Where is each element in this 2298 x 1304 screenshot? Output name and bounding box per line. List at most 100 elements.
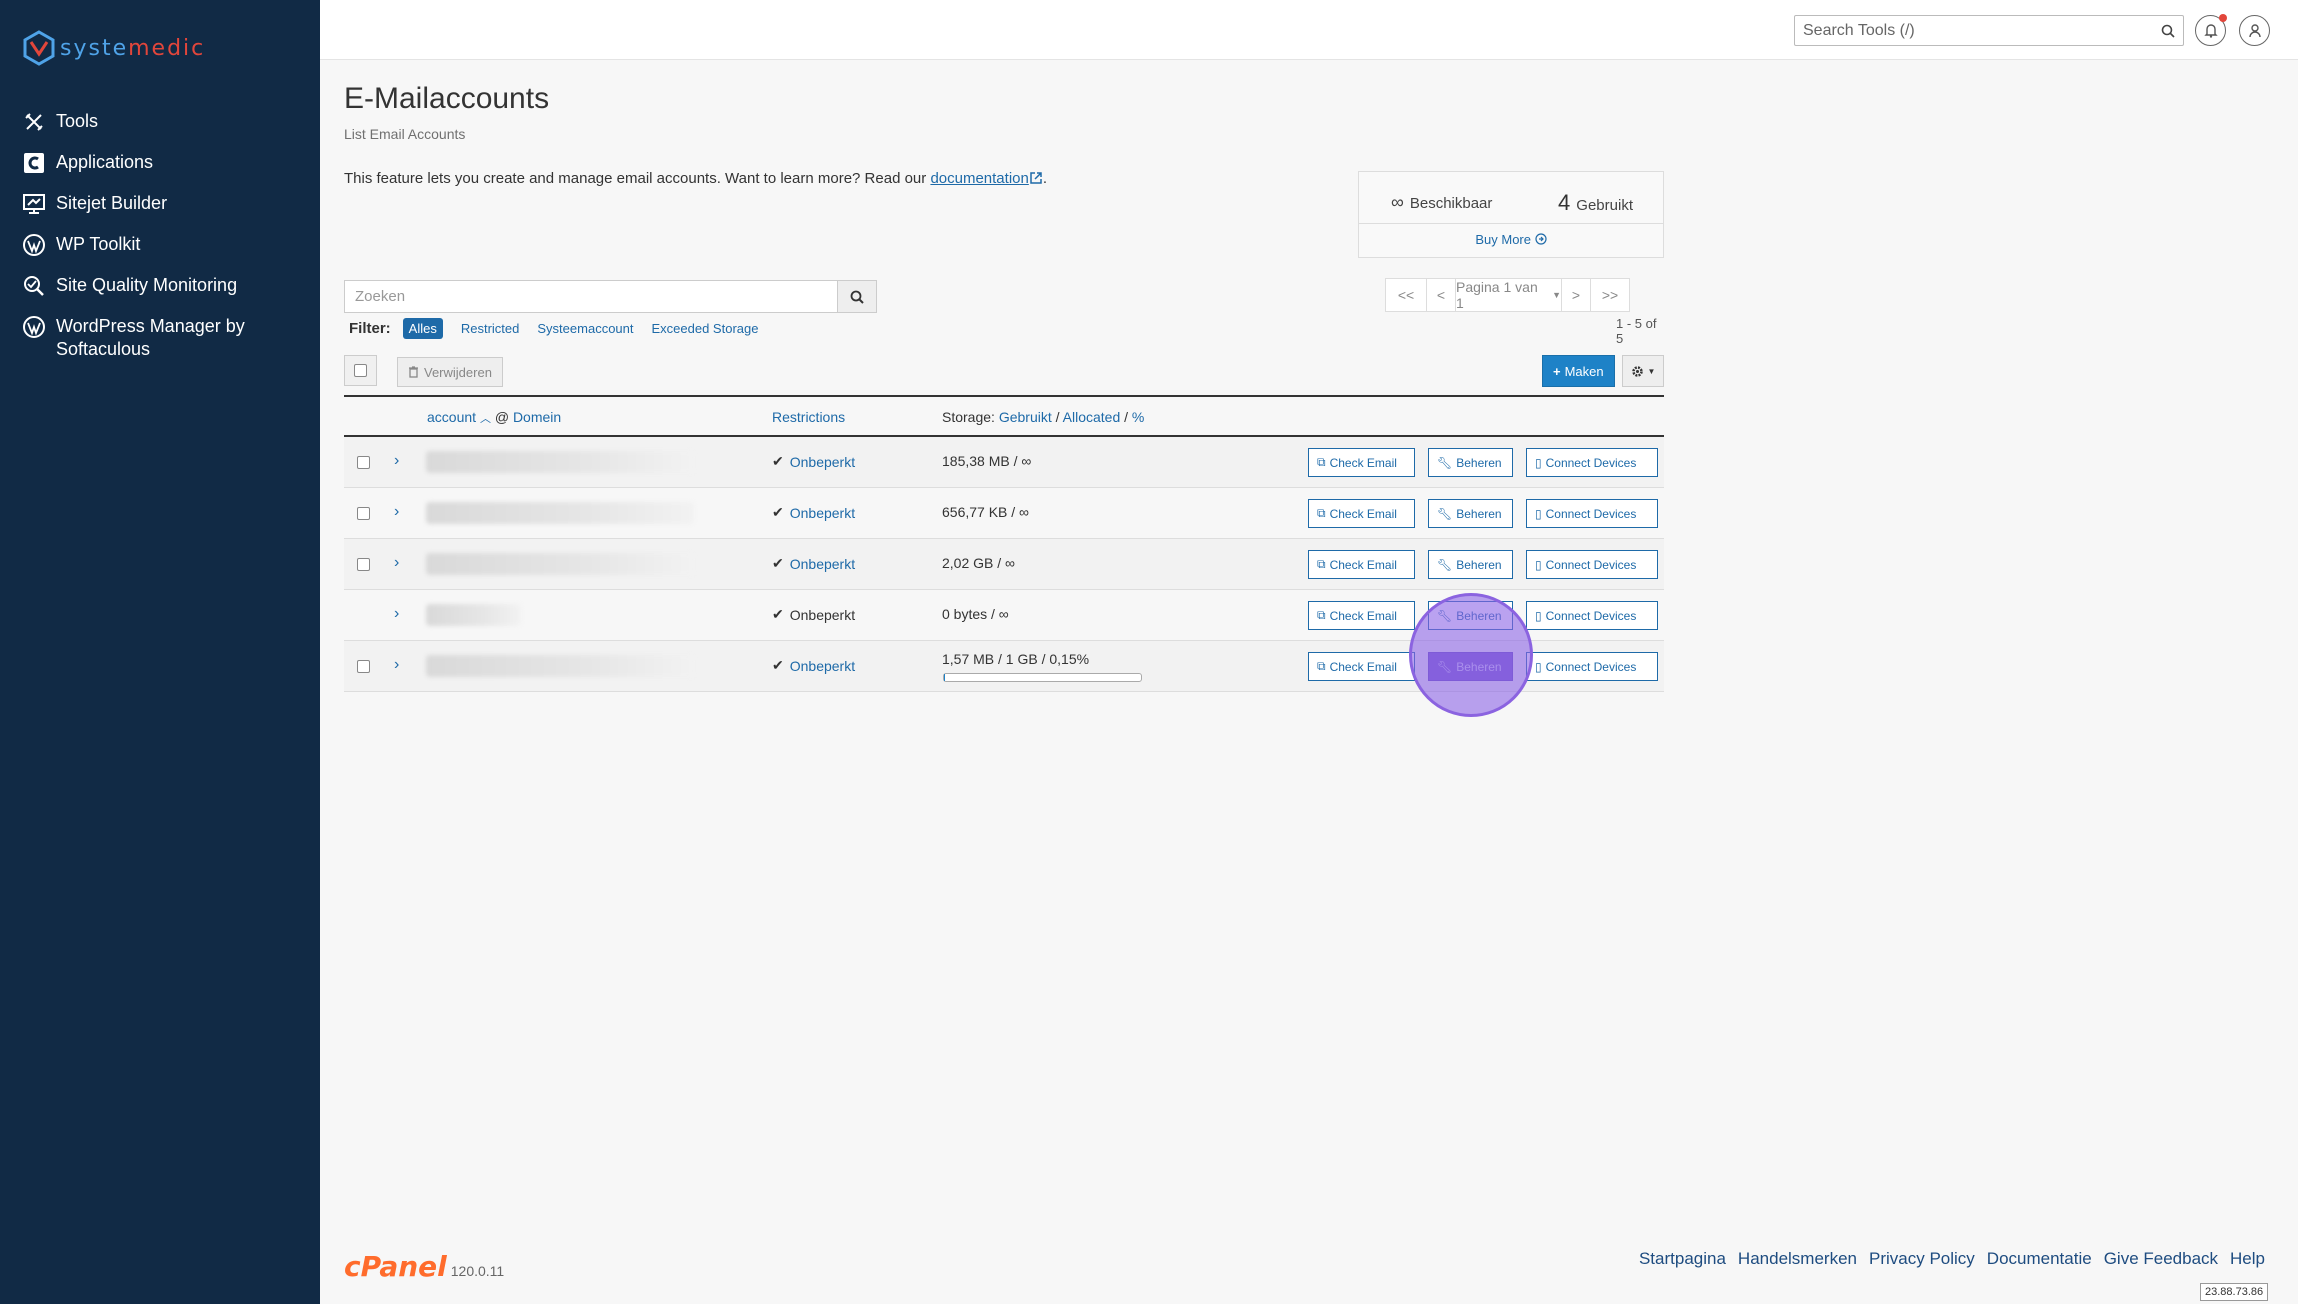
next-page-button[interactable]: > bbox=[1561, 278, 1591, 312]
sort-asc-icon: ︿ bbox=[479, 413, 491, 425]
brand-logo-icon bbox=[23, 30, 55, 66]
connect-devices-button[interactable]: ▯ Connect Devices bbox=[1526, 601, 1658, 630]
check-email-button[interactable]: ⧉ Check Email bbox=[1308, 499, 1415, 528]
check-email-button[interactable]: ⧉ Check Email bbox=[1308, 448, 1415, 477]
sort-account-header[interactable]: account ︿ @ Domein bbox=[427, 409, 561, 426]
sidebar-item-sitejet-builder[interactable]: Sitejet Builder bbox=[22, 192, 312, 216]
brand-logo[interactable]: systemedic bbox=[22, 30, 205, 66]
table-header: account ︿ @ Domein Restrictions Storage:… bbox=[344, 397, 1664, 437]
select-all-checkbox[interactable] bbox=[344, 355, 377, 386]
documentation-link[interactable]: documentation bbox=[930, 170, 1028, 187]
check-email-label: Check Email bbox=[1329, 557, 1397, 572]
restriction-link[interactable]: Onbeperkt bbox=[790, 454, 855, 470]
topbar: Search Tools (/) bbox=[320, 0, 2298, 60]
sidebar-item-label: WordPress Manager by bbox=[56, 316, 245, 336]
connect-devices-button[interactable]: ▯ Connect Devices bbox=[1526, 550, 1658, 579]
chevron-right-icon[interactable]: › bbox=[394, 452, 399, 470]
chevron-right-icon[interactable]: › bbox=[394, 605, 399, 623]
check-icon: ✔ bbox=[772, 657, 784, 673]
table-row: › ✔ Onbeperkt 1,57 MB / 1 GB / 0,15% ⧉ Che… bbox=[344, 641, 1664, 692]
sidebar-item-tools[interactable]: Tools bbox=[22, 110, 312, 134]
check-email-button[interactable]: ⧉ Check Email bbox=[1308, 652, 1415, 681]
account-email-redacted bbox=[426, 451, 694, 473]
row-checkbox[interactable] bbox=[357, 456, 370, 469]
account-search-input[interactable]: Zoeken bbox=[345, 281, 837, 312]
chevron-right-icon[interactable]: › bbox=[394, 656, 399, 674]
delete-button[interactable]: Verwijderen bbox=[397, 357, 503, 387]
check-email-label: Check Email bbox=[1329, 455, 1397, 470]
sidebar-item-wordpress-manager[interactable]: WordPress Manager by Softaculous bbox=[22, 315, 312, 361]
filter-bar: Filter: Alles Restricted Systeemaccount … bbox=[349, 318, 758, 339]
chevron-right-icon[interactable]: › bbox=[394, 503, 399, 521]
table-body: › ✔ Onbeperkt 185,38 MB / ∞ ⧉ Check Email … bbox=[344, 437, 1664, 692]
sort-allocated[interactable]: Allocated bbox=[1063, 409, 1121, 425]
storage-value: 1,57 MB / 1 GB / 0,15% bbox=[942, 651, 1090, 667]
chevron-right-icon[interactable]: › bbox=[394, 554, 399, 572]
sort-used[interactable]: Gebruikt bbox=[999, 409, 1052, 425]
sidebar-item-applications[interactable]: Applications bbox=[22, 151, 312, 175]
connect-devices-button[interactable]: ▯ Connect Devices bbox=[1526, 448, 1658, 477]
filter-restricted[interactable]: Restricted bbox=[455, 321, 520, 336]
sidebar-item-site-quality-monitoring[interactable]: Site Quality Monitoring bbox=[22, 274, 312, 298]
footer-link-documentation[interactable]: Documentatie bbox=[1987, 1249, 2092, 1269]
page-select[interactable]: Pagina 1 van 1 ▼ bbox=[1455, 278, 1562, 312]
manage-button[interactable]: 🔧︎ Beheren bbox=[1428, 550, 1513, 579]
sidebar-item-wp-toolkit[interactable]: WP Toolkit bbox=[22, 233, 312, 257]
footer-link-home[interactable]: Startpagina bbox=[1639, 1249, 1726, 1269]
row-checkbox[interactable] bbox=[357, 660, 370, 673]
sidebar: systemedic Tools Applications Sitejet Bu… bbox=[0, 0, 320, 1304]
at-symbol: @ bbox=[494, 409, 510, 425]
checkbox bbox=[354, 364, 367, 377]
prev-page-button[interactable]: < bbox=[1426, 278, 1456, 312]
buy-more-link[interactable]: Buy More bbox=[1359, 224, 1663, 247]
check-email-button[interactable]: ⧉ Check Email bbox=[1308, 601, 1415, 630]
restriction-link[interactable]: Onbeperkt bbox=[790, 556, 855, 572]
create-button[interactable]: + Maken bbox=[1542, 355, 1615, 387]
check-icon: ✔ bbox=[772, 504, 784, 520]
sort-percent[interactable]: % bbox=[1132, 409, 1144, 425]
external-link-icon: ⧉ bbox=[1317, 557, 1326, 571]
manage-button[interactable]: 🔧︎ Beheren bbox=[1428, 601, 1513, 630]
check-icon: ✔ bbox=[772, 453, 784, 469]
external-link-icon: ⧉ bbox=[1317, 659, 1326, 673]
filter-all[interactable]: Alles bbox=[402, 318, 443, 339]
footer-link-privacy[interactable]: Privacy Policy bbox=[1869, 1249, 1975, 1269]
connect-devices-button[interactable]: ▯ Connect Devices bbox=[1526, 499, 1658, 528]
external-link-icon: ⧉ bbox=[1317, 455, 1326, 469]
last-page-button[interactable]: >> bbox=[1590, 278, 1630, 312]
row-checkbox[interactable] bbox=[357, 507, 370, 520]
restriction-link[interactable]: Onbeperkt bbox=[790, 658, 855, 674]
search-tools-input[interactable]: Search Tools (/) bbox=[1794, 15, 2184, 46]
footer-link-help[interactable]: Help bbox=[2230, 1249, 2265, 1269]
notifications-button[interactable] bbox=[2195, 14, 2227, 46]
search-tools-placeholder: Search Tools (/) bbox=[1803, 21, 1915, 39]
filter-system-account[interactable]: Systeemaccount bbox=[531, 321, 633, 336]
check-email-button[interactable]: ⧉ Check Email bbox=[1308, 550, 1415, 579]
sidebar-item-label: Tools bbox=[56, 111, 99, 131]
manage-button[interactable]: 🔧︎ Beheren bbox=[1428, 499, 1513, 528]
footer-link-trademarks[interactable]: Handelsmerken bbox=[1738, 1249, 1857, 1269]
account-search-button[interactable] bbox=[837, 281, 876, 312]
logo-text-accent: medic bbox=[128, 35, 206, 61]
manage-button[interactable]: 🔧︎ Beheren bbox=[1428, 652, 1513, 681]
filter-exceeded-storage[interactable]: Exceeded Storage bbox=[646, 321, 759, 336]
connect-devices-label: Connect Devices bbox=[1545, 455, 1637, 470]
footer-links: Startpagina Handelsmerken Privacy Policy… bbox=[1639, 1249, 2265, 1269]
separator: / bbox=[1055, 409, 1060, 425]
first-page-button[interactable]: << bbox=[1385, 278, 1427, 312]
footer-link-feedback[interactable]: Give Feedback bbox=[2104, 1249, 2218, 1269]
storage-value: 2,02 GB / ∞ bbox=[942, 555, 1016, 571]
connect-devices-button[interactable]: ▯ Connect Devices bbox=[1526, 652, 1658, 681]
buy-more-label: Buy More bbox=[1475, 232, 1531, 247]
settings-dropdown-button[interactable]: ▼ bbox=[1622, 355, 1664, 387]
restrictions-header[interactable]: Restrictions bbox=[772, 409, 845, 425]
table-row: › ✔ Onbeperkt 0 bytes / ∞ ⧉ Check Email 🔧︎… bbox=[344, 590, 1664, 641]
restriction-link[interactable]: Onbeperkt bbox=[790, 505, 855, 521]
available-stat: ∞ Beschikbaar bbox=[1391, 192, 1492, 213]
domain-header-label[interactable]: Domein bbox=[513, 409, 561, 425]
caret-down-icon: ▼ bbox=[1647, 366, 1656, 376]
user-menu-button[interactable] bbox=[2239, 15, 2270, 46]
row-checkbox[interactable] bbox=[357, 558, 370, 571]
separator: / bbox=[1124, 409, 1129, 425]
manage-button[interactable]: 🔧︎ Beheren bbox=[1428, 448, 1513, 477]
